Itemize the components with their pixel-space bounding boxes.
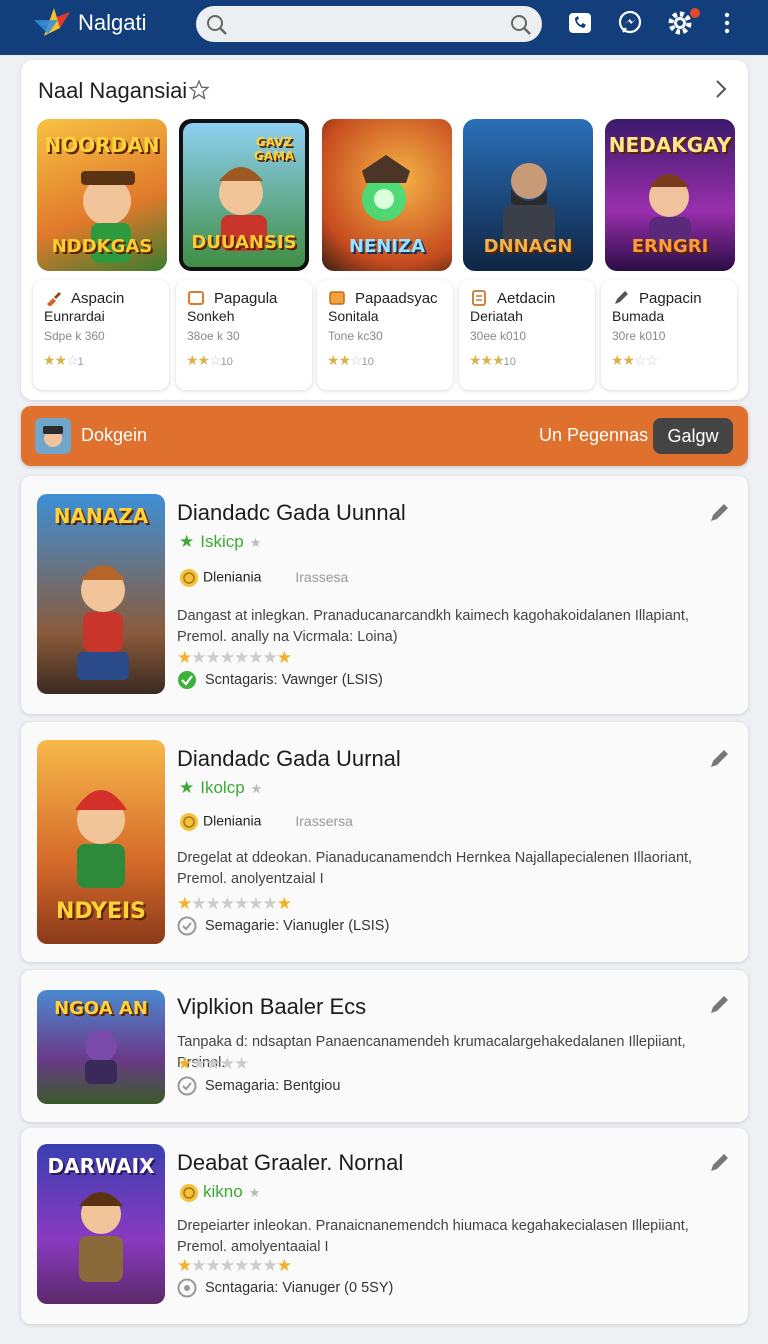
edit-pencil-icon[interactable] <box>708 748 730 770</box>
status-line: Scntagaria: Vianuger (0 5SY) <box>177 1278 393 1298</box>
rating-stars: ★★☆10 <box>186 352 233 368</box>
document-icon <box>472 290 486 306</box>
rating-stars: ★★★★★★★★ <box>177 648 292 667</box>
edit-pencil-icon[interactable] <box>708 1152 730 1174</box>
app-brand: Nalgati <box>78 10 147 35</box>
featured-title: Naal Nagansiai <box>38 78 188 103</box>
star-icon: ★ <box>179 778 195 797</box>
top-bar: Nalgati <box>0 0 768 55</box>
item-title: Diandadc Gada Uunnal <box>177 500 406 525</box>
game-art-tile[interactable]: NENIZA <box>322 119 452 271</box>
item-description: Dangast at inlegkan. Pranaducanarcandkh … <box>177 608 689 645</box>
phone-icon[interactable] <box>567 10 593 36</box>
star-icon: ★ <box>249 535 262 550</box>
rating-stars: ★★☆10 <box>327 352 374 368</box>
game-card[interactable]: Pagpacin Bumada 30re k010 ★★☆☆ <box>601 280 737 390</box>
category-tag: ★ Ikolcp ★ <box>179 778 263 797</box>
category-tag: ★ Iskicp ★ <box>179 532 262 551</box>
featured-panel: Naal Nagansiai NOORDAN NDDKGAS GAVZ GAMA… <box>21 60 748 400</box>
coin-icon <box>180 813 198 831</box>
chevron-right-icon[interactable] <box>711 78 731 100</box>
promo-banner: Dokgein Un Pegennas Galgw <box>21 406 748 466</box>
game-thumbnail: DARWAIX <box>37 1144 165 1304</box>
rating-stars: ★★☆1 <box>43 352 84 368</box>
search-input[interactable] <box>196 6 542 42</box>
check-circle-icon <box>177 916 197 936</box>
star-icon: ★ <box>248 1185 261 1200</box>
rating-stars: ★★★10 <box>469 352 516 368</box>
list-item[interactable]: DARWAIX Deabat Graaler. Nornal kikno ★ Dr… <box>21 1128 748 1324</box>
brush-icon <box>47 292 61 306</box>
more-menu-icon[interactable] <box>714 10 740 36</box>
square-icon <box>329 291 345 305</box>
leaf-icon: ★ <box>179 532 195 551</box>
item-title: Viplkion Baaler Ecs <box>177 994 367 1019</box>
game-art-tile[interactable]: NEDAKGAY ERNGRI <box>605 119 735 271</box>
banner-button[interactable]: Galgw <box>653 418 733 454</box>
edit-pencil-icon[interactable] <box>708 502 730 524</box>
list-item[interactable]: NANAZA Diandadc Gada Uunnal ★ Iskicp ★ Dle… <box>21 476 748 714</box>
check-circle-icon <box>178 671 196 689</box>
rating-stars: ★★★★★★★★ <box>177 894 292 913</box>
rating-stars: ★★★★★ <box>177 1054 249 1073</box>
status-line: Semagarie: Vianugler (LSIS) <box>177 916 389 936</box>
item-description: Dregelat at ddeokan. Pianaducanamendch H… <box>177 850 693 887</box>
search-icon <box>207 15 227 35</box>
avatar <box>35 418 71 454</box>
pencil-icon <box>615 291 628 304</box>
status-line: Semagaria: Bentgiou <box>177 1076 340 1096</box>
item-description: Drepeiarter inleokan. Pranaicnanemendch … <box>177 1218 689 1255</box>
game-art-tile[interactable]: NOORDAN NDDKGAS <box>37 119 167 271</box>
game-art-tile[interactable]: GAVZ GAMA DUUANSIS <box>179 119 309 271</box>
list-item[interactable]: NDYEIS Diandadc Gada Uurnal ★ Ikolcp ★ Dle… <box>21 722 748 962</box>
favorite-star-icon[interactable] <box>189 80 209 100</box>
list-item[interactable]: NGOA AN Viplkion Baaler Ecs Tanpaka d: n… <box>21 970 748 1122</box>
check-circle-icon <box>177 1278 197 1298</box>
category-tag: kikno ★ <box>179 1182 260 1203</box>
game-card[interactable]: Aspacin Eunrardai Sdpe k 360 ★★☆1 <box>33 280 169 390</box>
rating-stars: ★★☆☆ <box>611 352 658 368</box>
notification-badge <box>690 8 700 18</box>
developer-label: Dleniania Irassersa <box>179 812 353 832</box>
game-card[interactable]: Papagula Sonkeh 38oe k 30 ★★☆10 <box>176 280 312 390</box>
item-title: Deabat Graaler. Nornal <box>177 1150 404 1175</box>
app-logo-icon[interactable] <box>34 6 74 40</box>
banner-label: Dokgein <box>81 425 148 445</box>
coin-icon <box>180 569 198 587</box>
game-card[interactable]: Papaadsyac Sonitala Tone kc30 ★★☆10 <box>317 280 453 390</box>
edit-pencil-icon[interactable] <box>708 994 730 1016</box>
game-thumbnail: NDYEIS <box>37 740 165 944</box>
star-icon: ★ <box>250 781 263 796</box>
game-thumbnail: NANAZA <box>37 494 165 694</box>
banner-link[interactable]: Un Pegennas <box>539 425 648 446</box>
item-title: Diandadc Gada Uurnal <box>177 746 401 771</box>
square-icon <box>188 291 204 305</box>
item-description: Tanpaka d: ndsaptan Panaencanamendeh kru… <box>177 1034 686 1071</box>
status-line: Scntagaris: Vawnger (LSIS) <box>177 670 383 690</box>
game-card[interactable]: Aetdacin Deriatah 30ee k010 ★★★10 <box>459 280 595 390</box>
chat-icon[interactable] <box>617 10 643 36</box>
search-submit-icon[interactable] <box>510 14 532 36</box>
game-art-tile[interactable]: DNNAGN <box>463 119 593 271</box>
coin-icon <box>180 1183 198 1202</box>
developer-label: Dleniania Irassesa <box>179 568 348 588</box>
check-circle-icon <box>177 1076 197 1096</box>
game-thumbnail: NGOA AN <box>37 990 165 1104</box>
rating-stars: ★★★★★★★★ <box>177 1256 292 1275</box>
